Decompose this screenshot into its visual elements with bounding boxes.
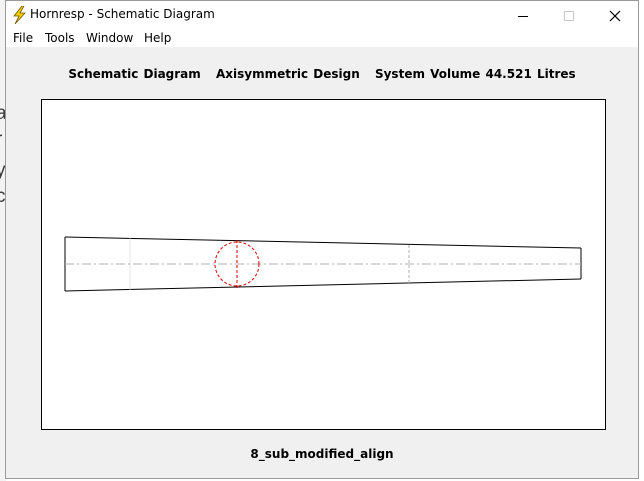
schematic-header: Schematic Diagram Axisymmetric Design Sy… <box>6 67 638 81</box>
minimize-icon <box>517 10 529 22</box>
menu-window[interactable]: Window <box>85 30 134 47</box>
close-icon <box>609 10 621 22</box>
background-text-fragment: r <box>0 129 2 151</box>
menu-help[interactable]: Help <box>143 30 172 47</box>
menu-bar: File Tools Window Help <box>6 30 638 47</box>
horn-schematic-drawing <box>64 236 582 292</box>
record-name-label: 8_sub_modified_align <box>250 447 394 461</box>
design-label: Axisymmetric Design <box>215 67 360 81</box>
window-title: Hornresp - Schematic Diagram <box>30 7 215 21</box>
hornresp-schematic-window: Hornresp - Schematic Diagram File Tools … <box>5 0 639 479</box>
maximize-icon <box>563 10 575 22</box>
menu-tools[interactable]: Tools <box>44 30 76 47</box>
horn-lower-wall <box>64 278 582 292</box>
title-bar[interactable]: Hornresp - Schematic Diagram <box>6 1 638 30</box>
system-volume-label: System Volume 44.521 Litres <box>374 67 576 81</box>
menu-file[interactable]: File <box>12 30 34 47</box>
close-button[interactable] <box>592 1 638 30</box>
horn-upper-wall <box>64 236 582 249</box>
maximize-button[interactable] <box>546 1 592 30</box>
diagram-label: Schematic Diagram <box>68 67 201 81</box>
minimize-button[interactable] <box>500 1 546 30</box>
schematic-canvas <box>41 99 606 430</box>
lightning-bolt-icon <box>11 5 27 25</box>
